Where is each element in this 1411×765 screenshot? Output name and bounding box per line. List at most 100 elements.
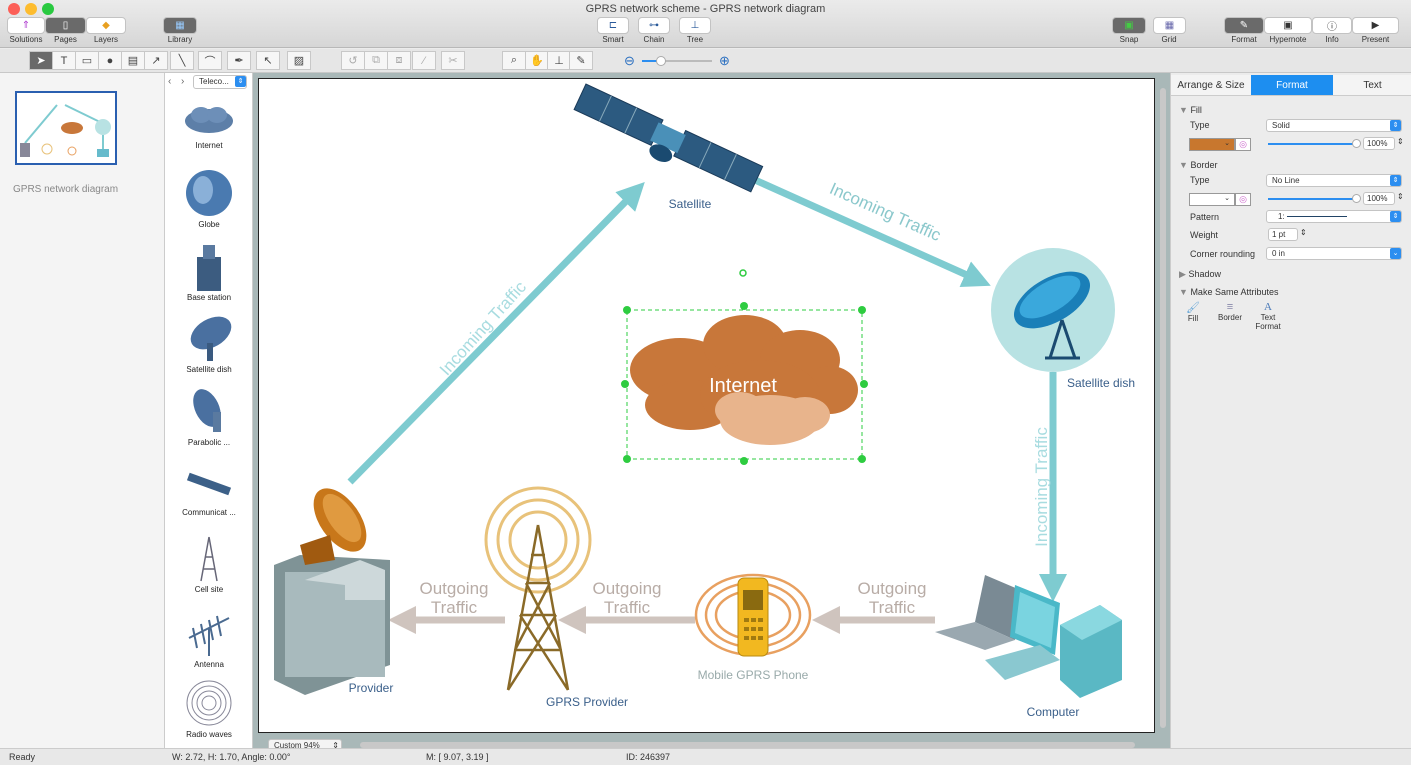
border-opacity-slider[interactable] <box>1268 198 1356 200</box>
border-section-toggle[interactable]: ▼ Border <box>1179 160 1217 170</box>
color-wheel-icon[interactable]: ◎ <box>1235 193 1251 206</box>
incoming-arrow-provider-to-satellite[interactable] <box>347 182 645 485</box>
resize-handle[interactable] <box>623 306 631 314</box>
tree-button[interactable]: ⊥ <box>679 17 711 34</box>
library-item-radio-waves[interactable]: Radio waves <box>165 678 253 739</box>
zoom-out-icon[interactable]: ⊖ <box>624 53 635 69</box>
pen-tool-icon[interactable]: ✒ <box>227 51 251 70</box>
hypernote-button[interactable]: ▣ <box>1264 17 1312 34</box>
library-item-base-station[interactable]: Base station <box>165 243 253 302</box>
library-button[interactable]: ▦ <box>163 17 197 34</box>
grid-button[interactable]: ▦ <box>1153 17 1186 34</box>
tab-arrange-size[interactable]: Arrange & Size <box>1171 75 1251 96</box>
resize-handle[interactable] <box>858 455 866 463</box>
resize-handle[interactable] <box>858 306 866 314</box>
stepper-icon[interactable]: ⇕ <box>1300 228 1307 237</box>
fill-type-value: Solid <box>1272 121 1290 130</box>
info-button[interactable]: ⓘ <box>1312 17 1352 34</box>
format-button[interactable]: ✎ <box>1224 17 1264 34</box>
rectangle-tool-icon[interactable]: ▭ <box>75 51 99 70</box>
satellite-shape[interactable] <box>569 83 764 202</box>
smart-button[interactable]: ⊏ <box>597 17 629 34</box>
internet-cloud-shape[interactable]: Internet <box>630 315 858 445</box>
fill-opacity-handle[interactable] <box>1352 139 1361 148</box>
arrow-tool-icon[interactable]: ↗ <box>144 51 168 70</box>
library-back-icon[interactable]: ‹ <box>168 76 171 87</box>
color-wheel-icon[interactable]: ◎ <box>1235 138 1251 151</box>
make-same-border-button[interactable]: ≡ Border <box>1215 301 1245 322</box>
resize-handle[interactable] <box>740 457 748 465</box>
resize-handle[interactable] <box>623 455 631 463</box>
library-item-internet[interactable]: Internet <box>165 103 253 150</box>
resize-handle[interactable] <box>860 380 868 388</box>
fill-opacity-slider[interactable] <box>1268 143 1356 145</box>
library-item-antenna[interactable]: Antenna <box>165 608 253 669</box>
ungroup-icon[interactable]: ⧈ <box>387 51 411 70</box>
zoom-slider[interactable] <box>642 56 712 66</box>
library-forward-icon[interactable]: › <box>181 76 184 87</box>
border-opacity-input[interactable]: 100% <box>1363 192 1395 205</box>
weight-input[interactable]: 1 pt <box>1268 228 1298 241</box>
stamp-icon[interactable]: ⊥ <box>547 51 571 70</box>
computer-shape[interactable] <box>935 575 1122 698</box>
tab-format[interactable]: Format <box>1251 75 1333 96</box>
border-opacity-handle[interactable] <box>1352 194 1361 203</box>
library-item-satellite-dish[interactable]: Satellite dish <box>165 313 253 374</box>
gprs-tower-shape[interactable] <box>484 486 592 691</box>
pages-button[interactable]: ▯ <box>45 17 86 34</box>
arc-tool-icon[interactable]: ⌒ <box>198 51 222 70</box>
stepper-icon[interactable]: ⇕ <box>1397 192 1404 201</box>
zoom-in-icon[interactable]: ⊕ <box>719 53 730 69</box>
library-item-parabolic[interactable]: Parabolic ... <box>165 386 253 447</box>
tab-text[interactable]: Text <box>1333 75 1411 96</box>
fill-type-select[interactable]: Solid ⇕ <box>1266 119 1402 132</box>
rotate-handle-icon[interactable] <box>739 269 747 277</box>
library-item-cell-site[interactable]: Cell site <box>165 535 253 594</box>
container-tool-icon[interactable]: ▤ <box>121 51 145 70</box>
snap-button[interactable]: ▣ <box>1112 17 1146 34</box>
resize-handle[interactable] <box>621 380 629 388</box>
ellipse-tool-icon[interactable]: ● <box>98 51 122 70</box>
add-point-icon[interactable]: ⁄ <box>412 51 436 70</box>
select-tool-icon[interactable]: ➤ <box>29 51 53 70</box>
layers-button[interactable]: ◆ <box>86 17 126 34</box>
satellite-dish-shape[interactable] <box>991 248 1115 372</box>
eyedropper-icon[interactable]: ✎ <box>569 51 593 70</box>
group-icon[interactable]: ⧉ <box>364 51 388 70</box>
smart-connector-icon: ⊏ <box>608 20 618 31</box>
library-item-communication-satellite[interactable]: Communicat ... <box>165 466 253 517</box>
make-same-text-format-button[interactable]: A Text Format <box>1253 301 1283 331</box>
bezier-tool-icon[interactable]: ↖ <box>256 51 280 70</box>
fill-color-picker[interactable]: ⌄ <box>1189 138 1235 151</box>
pattern-select[interactable]: 1: ⇕ <box>1266 210 1402 223</box>
fill-opacity-input[interactable]: 100% <box>1363 137 1395 150</box>
rotate-icon[interactable]: ↺ <box>341 51 365 70</box>
present-button[interactable]: ▶ <box>1352 17 1399 34</box>
resize-handle[interactable] <box>740 302 748 310</box>
corner-rounding-select[interactable]: 0 in ⌄ <box>1266 247 1402 260</box>
library-selector[interactable]: Teleco... ⇕ <box>193 75 247 89</box>
make-same-section-toggle[interactable]: ▼ Make Same Attributes <box>1179 287 1278 297</box>
provider-shape[interactable] <box>274 479 390 695</box>
text-tool-icon[interactable]: T <box>52 51 76 70</box>
zoom-slider-handle[interactable] <box>656 56 666 66</box>
stamp-shape-tool-icon[interactable]: ▨ <box>287 51 311 70</box>
shadow-section-toggle[interactable]: ▶ Shadow <box>1179 269 1221 280</box>
zoom-tool-icon[interactable]: ⌕ <box>502 51 526 70</box>
chain-button[interactable]: ⊶ <box>638 17 670 34</box>
library-item-globe[interactable]: Globe <box>165 168 253 229</box>
solutions-button[interactable]: ⇑ <box>7 17 45 34</box>
cut-path-icon[interactable]: ✂ <box>441 51 465 70</box>
outgoing-traffic-label-1: Outgoing Traffic <box>420 579 489 617</box>
border-color-picker[interactable]: ⌄ <box>1189 193 1235 206</box>
page-thumbnail[interactable] <box>15 91 117 165</box>
fill-section-toggle[interactable]: ▼ Fill <box>1179 105 1202 115</box>
make-same-fill-button[interactable]: 🖌 Fill <box>1181 301 1205 323</box>
vertical-scrollbar[interactable] <box>1160 88 1166 728</box>
pan-hand-icon[interactable]: ✋ <box>525 51 549 70</box>
diagram-page[interactable]: Incoming Traffic Incoming Traffic Incomi… <box>258 78 1155 733</box>
stepper-icon[interactable]: ⇕ <box>1397 137 1404 146</box>
mobile-phone-shape[interactable] <box>694 573 812 657</box>
border-type-select[interactable]: No Line ⇕ <box>1266 174 1402 187</box>
line-tool-icon[interactable]: ╲ <box>170 51 194 70</box>
